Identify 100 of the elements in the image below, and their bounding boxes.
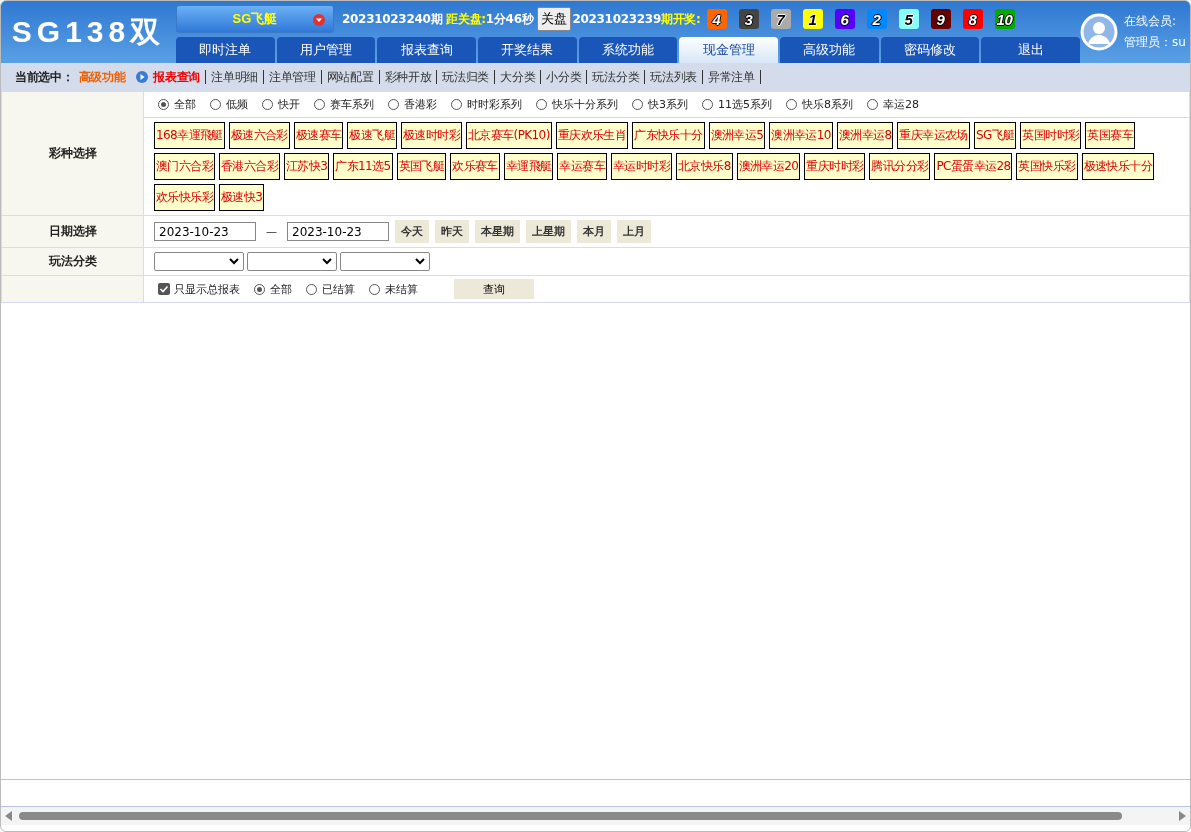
lottery-tag[interactable]: 极速快乐十分	[1081, 153, 1154, 180]
lottery-tag[interactable]: 重庆时时彩	[804, 153, 866, 180]
current-issue: 20231023240期	[342, 10, 443, 28]
radio-button[interactable]	[451, 99, 462, 110]
lottery-tag[interactable]: 168幸運飛艇	[154, 122, 225, 149]
radio-button[interactable]	[306, 283, 317, 295]
category-select[interactable]	[247, 252, 337, 271]
radio-button[interactable]	[254, 283, 265, 295]
lottery-tag[interactable]: 澳洲幸运10	[769, 122, 833, 149]
lottery-tag[interactable]: PC蛋蛋幸运28	[934, 153, 1013, 180]
radio-button[interactable]	[262, 99, 273, 110]
chevron-icon	[415, 258, 425, 265]
subnav-link[interactable]: 玩法归类	[442, 68, 490, 86]
radio-button[interactable]	[158, 99, 169, 110]
close-button[interactable]: 关盘	[537, 7, 572, 31]
lottery-tag[interactable]: 重庆幸运农场	[897, 122, 970, 149]
scroll-right-icon[interactable]	[1178, 811, 1186, 821]
lottery-tag[interactable]: 英国赛车	[1085, 122, 1136, 149]
quick-date-button[interactable]: 上星期	[526, 220, 571, 243]
lottery-tag[interactable]: 广东快乐十分	[632, 122, 705, 149]
radio-label: 11选5系列	[718, 97, 772, 112]
lottery-tag[interactable]: 极速快3	[219, 184, 265, 211]
subnav-link[interactable]: 异常注单	[708, 68, 755, 86]
nav-tab[interactable]: 系统功能	[578, 37, 678, 63]
subnav-link[interactable]: 玩法列表	[650, 68, 698, 86]
subnav-link[interactable]: 注单管理	[268, 68, 316, 86]
date-separator: —	[266, 225, 277, 238]
lottery-tag[interactable]: 澳洲幸运8	[836, 122, 894, 149]
scroll-left-icon[interactable]	[5, 811, 13, 821]
radio-label: 赛车系列	[330, 97, 374, 112]
radio-label: 快开	[278, 97, 300, 112]
checkbox[interactable]	[158, 283, 170, 295]
last-issue: 20231023239	[572, 12, 661, 26]
lottery-tag[interactable]: 澳门六合彩	[154, 153, 215, 180]
date-to-field[interactable]: 2023-10-23	[287, 222, 389, 241]
lottery-tag[interactable]: 极速时时彩	[400, 122, 462, 149]
subnav-link[interactable]: 小分类	[546, 68, 582, 86]
lottery-tag[interactable]: 极速赛车	[293, 122, 344, 149]
site-logo: SG138双	[10, 13, 167, 50]
radio-button[interactable]	[702, 99, 713, 110]
quick-date-button[interactable]: 本星期	[475, 220, 520, 243]
nav-tab[interactable]: 现金管理	[679, 37, 779, 63]
radio-button[interactable]	[388, 99, 399, 110]
subnav-link[interactable]: 大分类	[500, 68, 536, 86]
lottery-tag[interactable]: 广东11选5	[333, 153, 393, 180]
quick-date-button[interactable]: 本月	[577, 220, 611, 243]
lottery-tag[interactable]: 澳洲幸运5	[708, 122, 766, 149]
subnav-link[interactable]: 报表查询	[153, 68, 201, 86]
lottery-tag[interactable]: 欢乐快乐彩	[154, 184, 215, 211]
date-from-field[interactable]: 2023-10-23	[154, 222, 256, 241]
subnav-link[interactable]: 网站配置	[326, 68, 374, 86]
online-members: 在线会员:	[1124, 13, 1178, 30]
radio-button[interactable]	[369, 283, 380, 295]
lottery-tag[interactable]: 江苏快3	[284, 153, 330, 180]
lottery-tag[interactable]: 澳洲幸运20	[736, 153, 801, 180]
play-icon	[136, 71, 149, 83]
radio-button[interactable]	[632, 99, 643, 110]
chevron-icon	[229, 258, 239, 265]
radio-button[interactable]	[536, 99, 547, 110]
radio-label: 已结算	[322, 281, 355, 297]
quick-date-button[interactable]: 昨天	[435, 220, 469, 243]
radio-label: 低频	[226, 97, 248, 112]
radio-button[interactable]	[314, 99, 325, 110]
lottery-tag[interactable]: SG飞艇	[973, 122, 1017, 149]
category-select[interactable]	[340, 252, 430, 271]
lottery-tag[interactable]: 幸運飛艇	[503, 153, 554, 180]
lottery-tag[interactable]: 英国快乐彩	[1016, 153, 1078, 180]
nav-tab[interactable]: 用户管理	[276, 37, 376, 63]
lottery-tag[interactable]: 北京快乐8	[676, 153, 733, 180]
subnav-link[interactable]: 玩法分类	[592, 68, 640, 86]
nav-tab[interactable]: 密码修改	[880, 37, 980, 63]
subnav-link[interactable]: 注单明细	[211, 68, 258, 86]
subnav-link[interactable]: 彩种开放	[384, 68, 432, 86]
radio-button[interactable]	[867, 99, 878, 110]
lottery-tag[interactable]: 极速六合彩	[228, 122, 290, 149]
radio-button[interactable]	[210, 99, 221, 110]
nav-tab[interactable]: 高级功能	[780, 37, 879, 63]
lottery-tag[interactable]: 极速飞艇	[347, 122, 397, 149]
quick-date-button[interactable]: 今天	[395, 220, 429, 243]
radio-label: 时时彩系列	[467, 97, 522, 112]
scrollbar-thumb[interactable]	[19, 812, 1122, 820]
lottery-tag[interactable]: 幸运赛车	[557, 153, 608, 180]
lottery-tag[interactable]: 香港六合彩	[219, 153, 281, 180]
lottery-tag[interactable]: 重庆欢乐生肖	[555, 122, 629, 149]
radio-label: 未结算	[385, 281, 418, 297]
category-select[interactable]	[154, 252, 244, 271]
lottery-tag[interactable]: 英国时时彩	[1020, 122, 1082, 149]
lottery-tag[interactable]: 北京赛车(PK10)	[465, 122, 552, 149]
radio-button[interactable]	[786, 99, 797, 110]
query-button[interactable]: 查询	[454, 279, 534, 299]
nav-tab[interactable]: 即时注单	[176, 37, 275, 63]
nav-tab[interactable]: 开奖结果	[478, 37, 577, 63]
lottery-tag[interactable]: 欢乐赛车	[450, 153, 500, 180]
quick-date-button[interactable]: 上月	[617, 220, 651, 243]
nav-tab[interactable]: 退出	[981, 37, 1081, 63]
lottery-tag[interactable]: 腾讯分分彩	[869, 153, 931, 180]
lottery-tag[interactable]: 英国飞艇	[396, 153, 447, 180]
nav-tab[interactable]: 报表查询	[377, 37, 476, 63]
lottery-tag[interactable]: 幸运时时彩	[611, 153, 673, 180]
game-select[interactable]: SG飞艇	[176, 5, 334, 33]
